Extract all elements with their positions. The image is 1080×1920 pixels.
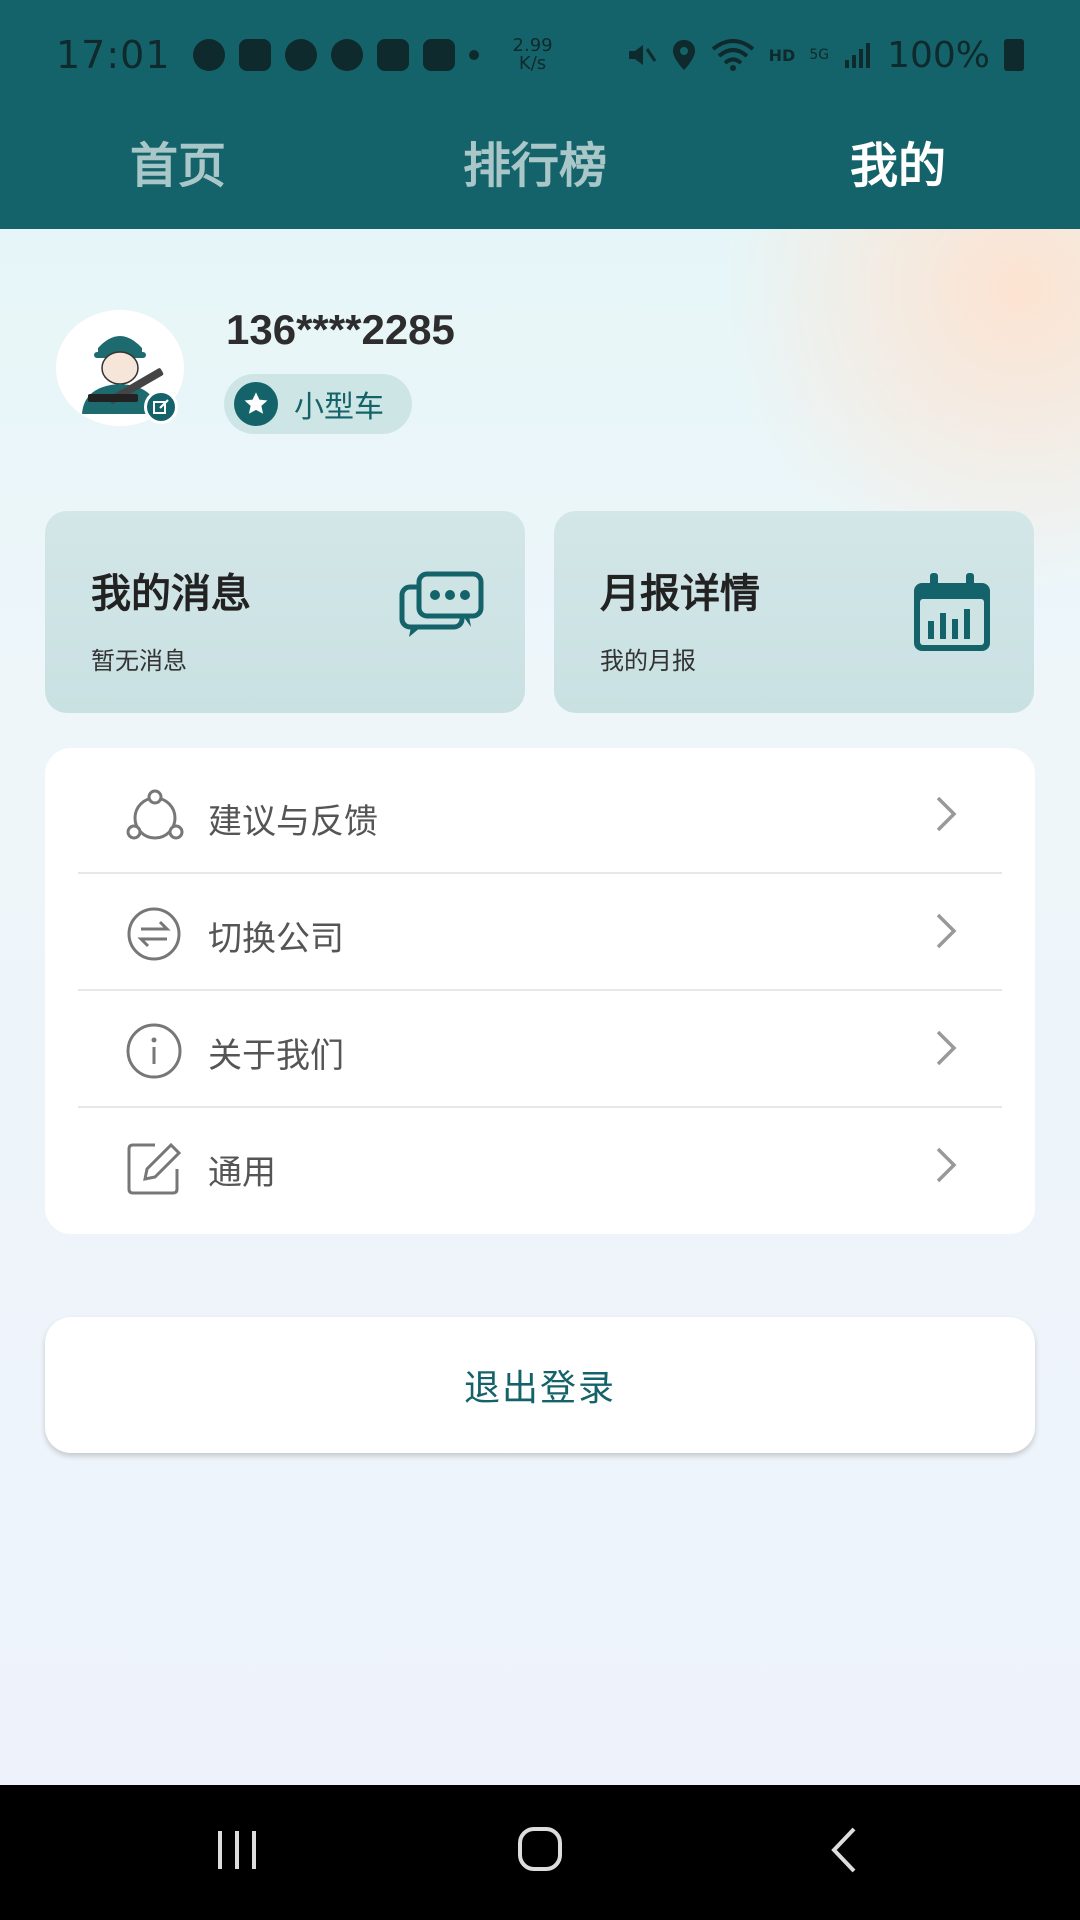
person-notification-icon xyxy=(330,39,363,71)
message-notification-icon xyxy=(192,39,225,71)
chevron-right-icon xyxy=(936,1030,957,1066)
monthly-report-card[interactable]: 月报详情 我的月报 xyxy=(554,511,1034,713)
menu-item-label: 建议与反馈 xyxy=(208,802,378,842)
hd-label: HD xyxy=(768,45,796,65)
network-type: 5G xyxy=(809,47,830,63)
menu-item-label: 关于我们 xyxy=(208,1036,344,1076)
chevron-right-icon xyxy=(936,913,957,949)
battery-percent: 100% xyxy=(887,34,990,76)
top-tabs: 首页 排行榜 我的 xyxy=(0,110,1080,210)
video-notification-icon-2 xyxy=(422,39,455,71)
battery-icon xyxy=(1004,39,1024,71)
menu-item-general[interactable]: 通用 xyxy=(78,1109,1002,1225)
menu-item-label: 切换公司 xyxy=(208,919,344,959)
menu-item-about-us[interactable]: 关于我们 xyxy=(78,992,1002,1108)
chevron-right-icon xyxy=(936,796,957,832)
speed-unit: K/s xyxy=(518,53,547,74)
signal-icon xyxy=(845,43,871,68)
star-icon xyxy=(234,382,278,426)
tab-mine[interactable]: 我的 xyxy=(850,126,946,196)
more-dot-icon xyxy=(468,50,479,60)
card-subtitle: 暂无消息 xyxy=(91,647,187,675)
avatar-edit-button[interactable] xyxy=(144,390,178,424)
menu-item-switch-company[interactable]: 切换公司 xyxy=(78,875,1002,991)
card-subtitle: 我的月报 xyxy=(600,647,696,675)
logout-button[interactable]: 退出登录 xyxy=(45,1317,1035,1453)
app-header: 17:01 2.99 K/s HD 5G 100% 首页 排行榜 我的 xyxy=(0,0,1080,229)
tab-ranking[interactable]: 排行榜 xyxy=(463,126,607,196)
card-title: 我的消息 xyxy=(91,571,251,617)
my-messages-card[interactable]: 我的消息 暂无消息 xyxy=(45,511,525,713)
feedback-icon xyxy=(126,789,184,840)
location-icon xyxy=(672,40,695,70)
chat-bubbles-icon xyxy=(399,571,484,637)
system-nav-bar xyxy=(0,1785,1080,1920)
network-speed: 2.99 K/s xyxy=(513,37,553,73)
wifi-icon xyxy=(711,39,754,71)
settings-menu: 建议与反馈 切换公司 关于我们 通用 xyxy=(45,748,1035,1234)
chevron-right-icon xyxy=(936,1147,957,1183)
notification-icons xyxy=(192,39,455,71)
recent-apps-icon[interactable] xyxy=(214,1827,260,1873)
user-phone: 136****2285 xyxy=(226,306,455,353)
switch-icon xyxy=(127,907,181,961)
tab-home[interactable]: 首页 xyxy=(130,126,226,196)
badge-label: 小型车 xyxy=(294,390,384,425)
contact-notification-icon xyxy=(284,39,317,71)
status-bar: 17:01 2.99 K/s HD 5G 100% xyxy=(0,0,1080,110)
edit-pen-icon xyxy=(153,399,169,414)
card-title: 月报详情 xyxy=(600,571,760,617)
info-icon xyxy=(126,1023,182,1079)
menu-item-feedback[interactable]: 建议与反馈 xyxy=(78,758,1002,874)
vehicle-type-badge: 小型车 xyxy=(224,374,412,434)
status-right: HD 5G 100% xyxy=(625,35,1024,76)
calendar-chart-icon xyxy=(914,573,990,651)
video-notification-icon xyxy=(376,39,409,71)
status-time: 17:01 xyxy=(56,33,171,77)
mute-icon xyxy=(628,45,656,65)
menu-item-label: 通用 xyxy=(208,1153,276,1193)
home-icon[interactable] xyxy=(516,1825,564,1873)
back-icon[interactable] xyxy=(828,1825,860,1875)
edit-icon xyxy=(127,1142,182,1195)
app-notification-icon xyxy=(238,39,271,71)
